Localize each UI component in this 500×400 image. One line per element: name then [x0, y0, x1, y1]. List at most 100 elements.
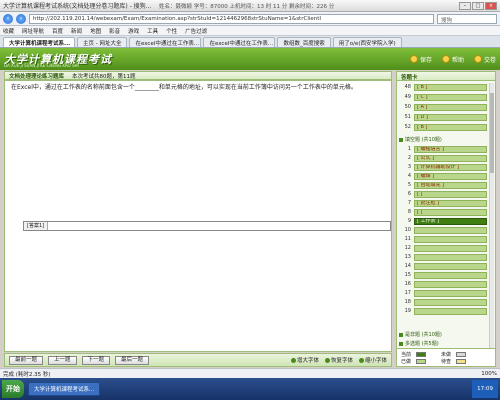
window-titlebar: 大学计算机课程考试系统(文档处理分卷习题库) - 搜狗高速浏览器 姓名：聂微颖 … — [0, 0, 500, 12]
close-button[interactable]: × — [485, 1, 497, 10]
exam-header: 大学计算机课程考试 DA XUE JI SUAN JI KE CHENG KAO… — [0, 48, 500, 70]
first-question-button[interactable]: 最前一题 — [9, 355, 44, 365]
multiple-choice-section[interactable]: 多选题 (共5题) — [399, 340, 487, 347]
card-row[interactable]: 1[ 编程语言 ] — [399, 145, 487, 153]
decrease-font-button[interactable]: 缩小字体 — [358, 356, 387, 364]
browser-statusbar: 完成 (耗时2.35 秒) 100% — [0, 368, 500, 378]
question-panel: 在Excel中，通过在工作表的名称前面包含一个________和单元格的地址，可… — [4, 80, 392, 352]
card-row[interactable]: 49[ C ] — [399, 93, 487, 101]
tab-other[interactable]: 用了o/e(西安学院入学) — [332, 37, 402, 47]
save-icon — [409, 55, 418, 63]
status-text: 完成 (耗时2.35 秒) — [3, 371, 51, 378]
legend-unanswered-swatch — [456, 352, 466, 357]
search-input[interactable]: 搜狗 — [437, 13, 497, 24]
favorites-bar: 收藏 网址导航 百度 新闻 地图 影音 游戏 工具 个性 广告过滤 — [0, 26, 500, 36]
question-header: 文档处理理论练习题库 本次考试共80题，第11题 — [4, 71, 392, 80]
card-row[interactable]: 10 — [399, 226, 487, 234]
card-row[interactable]: 7[ 批注框 ] — [399, 199, 487, 207]
tab-excel-1[interactable]: 在excel中通过在工作表... — [129, 37, 202, 47]
legend-answered-swatch — [416, 359, 426, 364]
reset-font-button[interactable]: 恢复字体 — [324, 356, 353, 364]
os-taskbar: 开始 大学计算机课程考试系... 17:09 — [0, 378, 500, 400]
true-false-section[interactable]: 是非题 (共10题) — [399, 331, 487, 338]
system-tray: 17:09 — [472, 380, 498, 398]
card-row[interactable]: 3[ 计算机辅助设计 ] — [399, 163, 487, 171]
status-legend: 当前 未做 已做 待查 — [396, 348, 496, 367]
card-row[interactable]: 50[ A ] — [399, 103, 487, 111]
fav-item[interactable]: 个性 — [166, 27, 177, 35]
card-row[interactable]: 4[ 编辑 ] — [399, 172, 487, 180]
card-row[interactable]: 12 — [399, 244, 487, 252]
minimize-button[interactable]: – — [459, 1, 471, 10]
legend-current-swatch — [416, 352, 426, 357]
fav-item[interactable]: 广告过滤 — [185, 27, 207, 35]
last-question-button[interactable]: 最后一题 — [115, 355, 150, 365]
scrollbar-thumb[interactable] — [490, 93, 494, 173]
forward-icon[interactable]: › — [16, 13, 26, 24]
back-icon[interactable]: ‹ — [3, 13, 13, 24]
section-marker-icon — [399, 332, 403, 337]
card-row[interactable]: 8[ ] — [399, 208, 487, 216]
save-button[interactable]: 保存 — [409, 55, 432, 64]
clock: 17:09 — [477, 386, 493, 392]
card-row[interactable]: 5[ 自动填充 ] — [399, 181, 487, 189]
card-row[interactable]: 6[ ] — [399, 190, 487, 198]
legend-answered-label: 已做 — [401, 359, 412, 365]
tab-exam[interactable]: 大学计算机课程考试系... — [3, 37, 75, 47]
answer-card: 答题卡 48[ B ] 49[ C ] 50[ A ] 51[ D ] 52[ … — [396, 71, 496, 367]
taskbar-window-item[interactable]: 大学计算机课程考试系... — [28, 382, 101, 396]
card-row[interactable]: 11 — [399, 235, 487, 243]
fav-item[interactable]: 收藏 — [3, 27, 14, 35]
fill-in-section[interactable]: 填空题 (共10题) — [399, 136, 487, 143]
card-row[interactable]: 2[ 公式 ] — [399, 154, 487, 162]
card-row[interactable]: 13 — [399, 253, 487, 261]
question-nav-bar: 最前一题 上一题 下一题 最后一题 增大字体 恢复字体 缩小字体 — [4, 353, 392, 367]
submit-icon — [473, 55, 482, 63]
url-field[interactable]: http://202.119.201.14/webexam/Exam/Exami… — [29, 13, 434, 24]
card-row[interactable]: 19 — [399, 307, 487, 315]
answer-input[interactable] — [48, 222, 390, 230]
card-row[interactable]: 14 — [399, 262, 487, 270]
fav-item[interactable]: 百度 — [52, 27, 63, 35]
answer-label: [答案1] — [24, 222, 49, 230]
answer-card-scrollbar[interactable] — [489, 83, 494, 365]
exam-info: 姓名：聂微颖 学号：87000 上机时间：13 时 11 分 剩余时间：226 … — [159, 3, 335, 10]
tab-baidu[interactable]: 数组数_百度搜索 — [277, 37, 331, 47]
help-icon — [441, 55, 450, 63]
fav-item[interactable]: 网址导航 — [22, 27, 44, 35]
fav-item[interactable]: 地图 — [90, 27, 101, 35]
card-row[interactable]: 16 — [399, 280, 487, 288]
tab-home[interactable]: 主页 - 网址大全 — [77, 37, 128, 47]
fav-item[interactable]: 游戏 — [128, 27, 139, 35]
maximize-button[interactable]: □ — [472, 1, 484, 10]
card-row[interactable]: 52[ B ] — [399, 123, 487, 131]
start-button[interactable]: 开始 — [2, 380, 24, 398]
help-button[interactable]: 帮助 — [441, 55, 464, 64]
next-question-button[interactable]: 下一题 — [81, 355, 111, 365]
card-row[interactable]: 48[ B ] — [399, 83, 487, 91]
card-row[interactable]: 9[ 工作表 ] — [399, 217, 487, 225]
section-marker-icon — [399, 341, 403, 346]
fav-item[interactable]: 工具 — [147, 27, 158, 35]
fav-item[interactable]: 新闻 — [71, 27, 82, 35]
increase-font-button[interactable]: 增大字体 — [290, 356, 319, 364]
legend-unanswered-label: 未做 — [441, 352, 452, 358]
window-title: 大学计算机课程考试系统(文档处理分卷习题库) - 搜狗高速浏览器 — [3, 3, 153, 10]
submit-exam-button[interactable]: 交卷 — [473, 55, 496, 64]
answer-card-title: 答题卡 — [397, 72, 495, 81]
zoom-level[interactable]: 100% — [481, 371, 497, 377]
fav-item[interactable]: 影音 — [109, 27, 120, 35]
font-icon — [324, 357, 330, 363]
card-row[interactable]: 18 — [399, 298, 487, 306]
browser-tabs: 大学计算机课程考试系... 主页 - 网址大全 在excel中通过在工作表...… — [0, 36, 500, 48]
card-row[interactable]: 51[ D ] — [399, 113, 487, 121]
exam-logo-subtitle: DA XUE JI SUAN JI KE CHENG KAO SHI — [4, 63, 79, 68]
question-progress: 本次考试共80题，第11题 — [72, 73, 136, 80]
legend-pending-label: 待查 — [441, 359, 452, 365]
question-text: 在Excel中，通过在工作表的名称前面包含一个________和单元格的地址，可… — [11, 84, 357, 91]
card-row[interactable]: 17 — [399, 289, 487, 297]
card-row[interactable]: 15 — [399, 271, 487, 279]
font-icon — [290, 357, 296, 363]
prev-question-button[interactable]: 上一题 — [48, 355, 77, 365]
tab-excel-2[interactable]: 在excel中通过在工作表... — [203, 37, 276, 47]
